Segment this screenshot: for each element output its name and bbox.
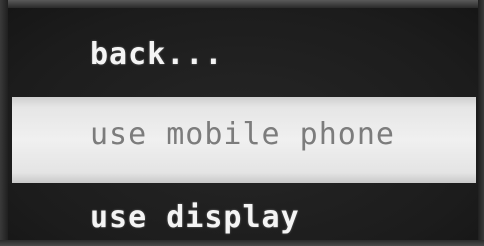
- screen-bezel-left: [0, 0, 8, 246]
- menu-item-back[interactable]: back...: [90, 40, 223, 70]
- screen-bezel-right: [478, 0, 484, 246]
- screen-bezel-top: [0, 0, 484, 8]
- screen-bezel-bottom: [0, 240, 484, 246]
- menu-item-use-mobile-phone[interactable]: use mobile phone: [90, 120, 395, 150]
- menu-item-use-display[interactable]: use display: [90, 203, 300, 233]
- device-screen: back... use mobile phone use display: [0, 0, 484, 246]
